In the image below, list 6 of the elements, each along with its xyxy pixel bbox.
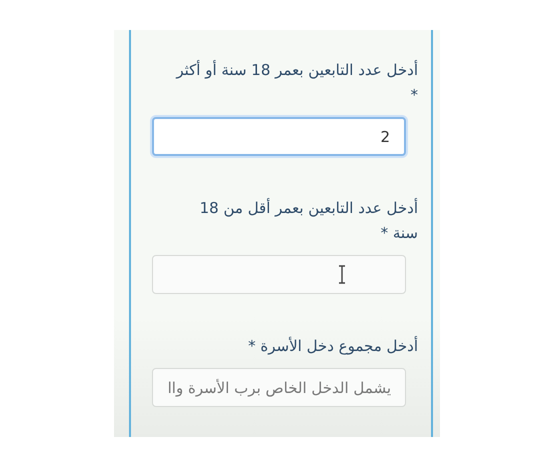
input-field[interactable]: 2 <box>152 117 406 156</box>
input-field[interactable]: يشمل الدخل الخاص برب الأسرة واا <box>152 368 406 407</box>
field-label: أدخل عدد التابعين بعمر 18 سنة أو أكثر * <box>174 59 419 106</box>
field-label: أدخل عدد التابعين بعمر أقل من 18 سنة * <box>198 197 419 244</box>
input-field[interactable] <box>152 255 406 294</box>
field-label: أدخل مجموع دخل الأسرة * <box>247 335 419 357</box>
